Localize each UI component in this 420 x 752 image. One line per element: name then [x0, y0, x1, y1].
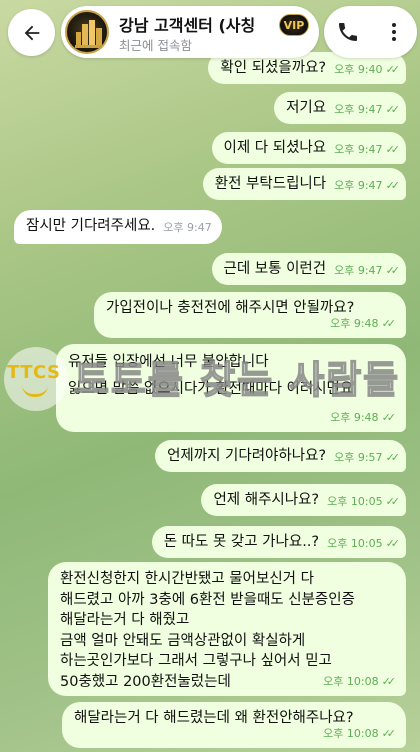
message-text: 해드렸고 아까 3충에 6환전 받을때도 신분증인증: [60, 591, 355, 608]
message-text: 돈 따도 못 갖고 가나요..?: [163, 534, 320, 550]
message-text: 저기요: [286, 100, 327, 116]
message-text: 해달라는거 다 해줬고: [60, 612, 190, 628]
message-bubble-outgoing[interactable]: 해달라는거 다 해드렸는데 왜 환전안해주나요? 오후 10:08 ✓✓: [62, 702, 406, 748]
message-text: 금액 얼마 안돼도 금액상관없이 확실하게: [60, 632, 306, 649]
message-text: 잠시만 기다려주세요.: [26, 218, 156, 234]
back-button[interactable]: [8, 9, 55, 56]
message-bubble-outgoing[interactable]: 저기요 오후 9:47 ✓✓: [274, 92, 406, 124]
message-time: 오후 9:57 ✓✓: [334, 450, 401, 464]
message-time: 오후 9:47: [163, 220, 212, 234]
double-check-icon: ✓✓: [381, 317, 397, 330]
message-text: 유저들 입장에선 너무 불안합니다: [68, 354, 269, 370]
message-bubble-outgoing[interactable]: 유저들 입장에선 너무 불안합니다 잃으면 말씀 없으시다가 환전때마다 이러시…: [56, 344, 406, 432]
double-check-icon: ✓✓: [381, 674, 397, 688]
message-text: 이제 다 되셨나요: [223, 140, 327, 156]
message-bubble-outgoing[interactable]: 언제 해주시나요? 오후 10:05 ✓✓: [201, 484, 406, 516]
message-time: 오후 10:08 ✓✓: [323, 674, 397, 688]
message-text: 환전 부탁드립니다: [214, 176, 327, 192]
double-check-icon: ✓✓: [381, 411, 397, 424]
double-check-icon: ✓✓: [385, 536, 401, 550]
chat-area[interactable]: 확인 되셨을까요? 오후 9:40 ✓✓ 저기요 오후 9:47 ✓✓ 이제 다 되셨나…: [0, 0, 420, 752]
message-text: 환전신청한지 한시간반됐고 물어보신거 다: [60, 571, 314, 587]
message-time: 오후 10:05 ✓✓: [327, 536, 401, 550]
message-time: 오후 9:47 ✓✓: [334, 102, 401, 116]
message-bubble-outgoing[interactable]: 돈 따도 못 갖고 가나요..? 오후 10:05 ✓✓: [151, 526, 406, 558]
message-text: 잃으면 말씀 없으시다가 환전때마다 이러시면요: [68, 381, 354, 397]
message-time: 오후 9:47 ✓✓: [334, 263, 401, 277]
contact-status: 최근에 접속함: [119, 38, 192, 53]
message-time: 오후 9:47 ✓✓: [334, 178, 401, 192]
more-vertical-icon[interactable]: [382, 20, 406, 44]
phone-icon[interactable]: [336, 20, 360, 44]
double-check-icon: ✓✓: [385, 178, 401, 192]
contact-info-button[interactable]: 강남 고객센터 (사칭 VIP 최근에 접속함: [61, 6, 319, 58]
avatar: [65, 10, 109, 54]
message-bubble-outgoing[interactable]: 근데 보통 이런건 오후 9:47 ✓✓: [211, 253, 406, 285]
message-time: 오후 9:48 ✓✓: [330, 411, 397, 424]
header-actions: [324, 6, 417, 58]
chat-header: 강남 고객센터 (사칭 VIP 최근에 접속함: [0, 0, 420, 66]
double-check-icon: ✓✓: [385, 263, 401, 277]
message-bubble-outgoing[interactable]: 언제까지 기다려야하나요? 오후 9:57 ✓✓: [155, 440, 406, 472]
message-text: 언제까지 기다려야하나요?: [167, 448, 327, 464]
message-time: 오후 9:47 ✓✓: [334, 142, 401, 156]
message-bubble-outgoing[interactable]: 환전신청한지 한시간반됐고 물어보신거 다 해드렸고 아까 3충에 6환전 받을…: [48, 562, 406, 696]
double-check-icon: ✓✓: [385, 494, 401, 508]
double-check-icon: ✓✓: [385, 450, 401, 464]
message-time: 오후 10:08 ✓✓: [323, 727, 397, 740]
message-bubble-outgoing[interactable]: 가입전이나 충전전에 해주시면 안될까요? 오후 9:48 ✓✓: [94, 292, 406, 338]
message-bubble-outgoing[interactable]: 환전 부탁드립니다 오후 9:47 ✓✓: [202, 168, 406, 200]
message-time: 오후 10:05 ✓✓: [327, 494, 401, 508]
double-check-icon: ✓✓: [385, 142, 401, 156]
message-bubble-incoming[interactable]: 잠시만 기다려주세요. 오후 9:47: [14, 210, 222, 244]
message-text: 근데 보통 이런건: [223, 261, 327, 277]
message-text: 하는곳인가보다 그래서 그렇구나 싶어서 믿고: [60, 653, 332, 669]
message-text: 언제 해주시나요?: [213, 492, 320, 508]
vip-badge: VIP: [279, 14, 309, 36]
message-time: 오후 9:48 ✓✓: [330, 317, 397, 330]
double-check-icon: ✓✓: [381, 727, 397, 740]
double-check-icon: ✓✓: [385, 102, 401, 116]
contact-name: 강남 고객센터 (사칭: [119, 16, 256, 35]
back-arrow-icon: [24, 25, 39, 40]
message-bubble-outgoing[interactable]: 이제 다 되셨나요 오후 9:47 ✓✓: [211, 132, 406, 164]
